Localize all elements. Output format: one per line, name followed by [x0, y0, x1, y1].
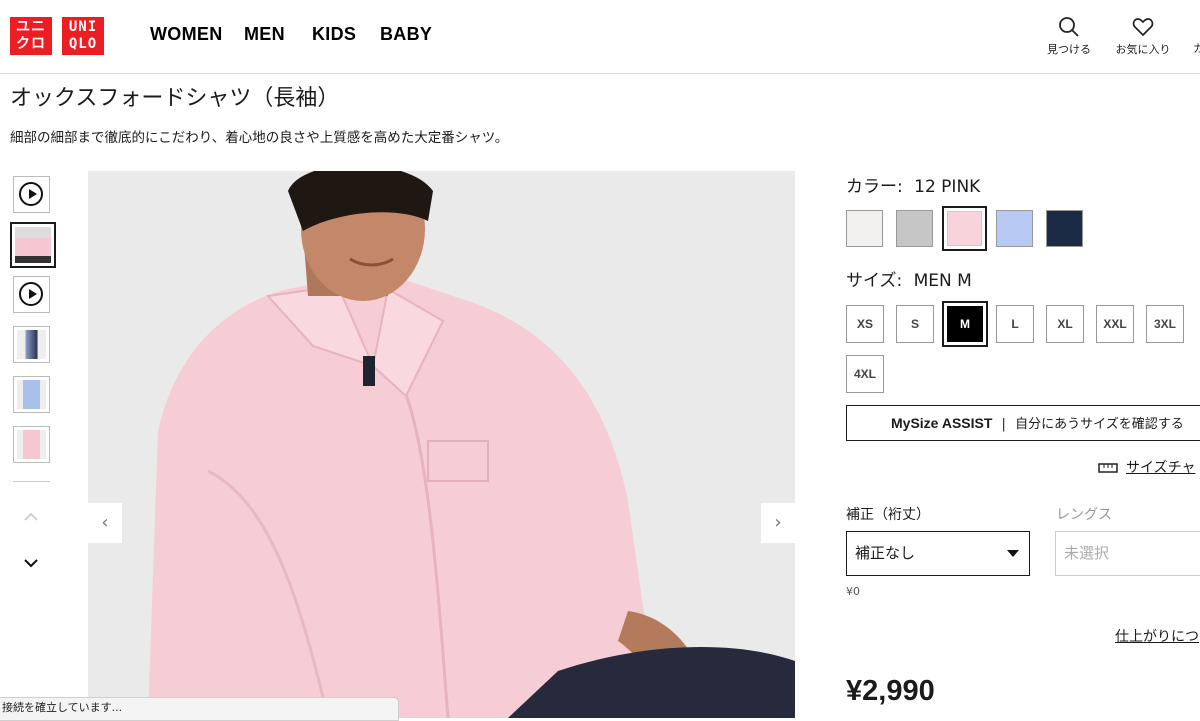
thumbnail-navy-outfit[interactable] [13, 326, 50, 363]
size-label: サイズ: [846, 271, 903, 291]
logo-line-1: ユニ [16, 19, 46, 35]
thumbnail-image [15, 227, 51, 263]
size-option-l[interactable]: L [996, 305, 1034, 343]
thumbnail-blue-shirt[interactable] [13, 376, 50, 413]
product-title: オックスフォードシャツ（長袖） [10, 86, 340, 111]
logo-line-1: UNI [68, 19, 98, 35]
thumbnail-video-1[interactable] [13, 176, 50, 213]
size-option-xl[interactable]: XL [1046, 305, 1084, 343]
size-option-4xl[interactable]: 4XL [846, 355, 884, 393]
color-label-row: カラー: 12 PINK [846, 172, 980, 197]
thumbnail-pink-shirt[interactable] [10, 222, 56, 268]
logo-line-2: クロ [16, 36, 46, 52]
finish-info-link[interactable]: 仕上がりにつ [1115, 626, 1199, 646]
dropdown-arrow-icon [1007, 550, 1019, 557]
length-select-placeholder: 未選択 [1064, 544, 1110, 562]
alter-price: ¥0 [846, 585, 860, 598]
mysize-text: 自分にあうサイズを確認する [1015, 417, 1184, 432]
chevron-down-icon[interactable] [22, 556, 40, 570]
chevron-up-icon[interactable] [22, 510, 40, 524]
browser-status-bar: 接続を確立しています... [0, 697, 399, 721]
color-swatch-blue[interactable] [996, 210, 1033, 247]
mysize-separator: | [1001, 417, 1006, 432]
gallery-next-button[interactable]: › [761, 503, 795, 543]
model-photo [88, 171, 795, 718]
nav-baby[interactable]: BABY [380, 24, 432, 45]
thumbnail-image [17, 430, 46, 459]
thumbnail-video-2[interactable] [13, 276, 50, 313]
product-main-image[interactable] [88, 171, 795, 718]
size-label-row: サイズ: MEN M [846, 266, 972, 291]
size-option-m[interactable]: M [942, 301, 988, 347]
alter-select-value: 補正なし [855, 544, 916, 562]
size-chart-label: サイズチャ [1126, 460, 1196, 476]
favorites-label: お気に入り [1115, 43, 1171, 56]
color-swatch-white[interactable] [846, 210, 883, 247]
gallery-prev-button[interactable]: ‹ [88, 503, 122, 543]
cart-label-fragment[interactable]: カ [1193, 40, 1200, 56]
nav-kids[interactable]: KIDS [312, 24, 356, 45]
swatch-fill [947, 211, 982, 246]
thumbnail-pink-shirt-2[interactable] [13, 426, 50, 463]
thumbnail-divider [13, 481, 50, 482]
thumbnail-image [17, 330, 46, 359]
length-select[interactable]: 未選択 [1055, 531, 1200, 576]
nav-men[interactable]: MEN [244, 24, 285, 45]
product-price: ¥2,990 [846, 675, 935, 707]
search-button[interactable]: 見つける [1042, 16, 1096, 57]
uniqlo-logo-katakana[interactable]: ユニ クロ [10, 17, 52, 55]
color-swatch-navy[interactable] [1046, 210, 1083, 247]
uniqlo-logo-latin[interactable]: UNI QLO [62, 17, 104, 55]
color-swatch-gray[interactable] [896, 210, 933, 247]
logo-line-2: QLO [68, 36, 98, 52]
size-option-xs[interactable]: XS [846, 305, 884, 343]
play-icon [19, 182, 43, 206]
nav-women[interactable]: WOMEN [150, 24, 223, 45]
search-label: 見つける [1047, 43, 1091, 56]
play-icon [19, 282, 43, 306]
size-option-xxl[interactable]: XXL [1096, 305, 1134, 343]
size-chart-link[interactable]: サイズチャ [1098, 457, 1195, 477]
size-option-3xl[interactable]: 3XL [1146, 305, 1184, 343]
color-selected-value: 12 PINK [914, 177, 981, 197]
color-swatch-pink[interactable] [942, 206, 987, 251]
search-icon [1059, 17, 1079, 37]
size-option-m-label: M [947, 306, 983, 342]
mysize-assist-button[interactable]: MySize ASSIST | 自分にあうサイズを確認する [846, 405, 1200, 441]
favorites-button[interactable]: お気に入り [1110, 16, 1176, 57]
mysize-brand: MySize ASSIST [891, 415, 993, 431]
heart-icon [1132, 18, 1154, 37]
size-option-s[interactable]: S [896, 305, 934, 343]
size-selected-value: MEN M [913, 271, 972, 291]
alter-select[interactable]: 補正なし [846, 531, 1030, 576]
thumbnail-image [17, 380, 46, 409]
ruler-icon [1098, 463, 1118, 473]
alter-label: 補正（裄丈） [846, 507, 930, 523]
length-label: レングス [1056, 507, 1112, 523]
product-description: 細部の細部まで徹底的にこだわり、着心地の良さや上質感を高めた大定番シャツ。 [10, 130, 509, 146]
color-label: カラー: [846, 177, 903, 197]
site-header: ユニ クロ UNI QLO WOMEN MEN KIDS BABY 見つける お… [0, 0, 1200, 74]
